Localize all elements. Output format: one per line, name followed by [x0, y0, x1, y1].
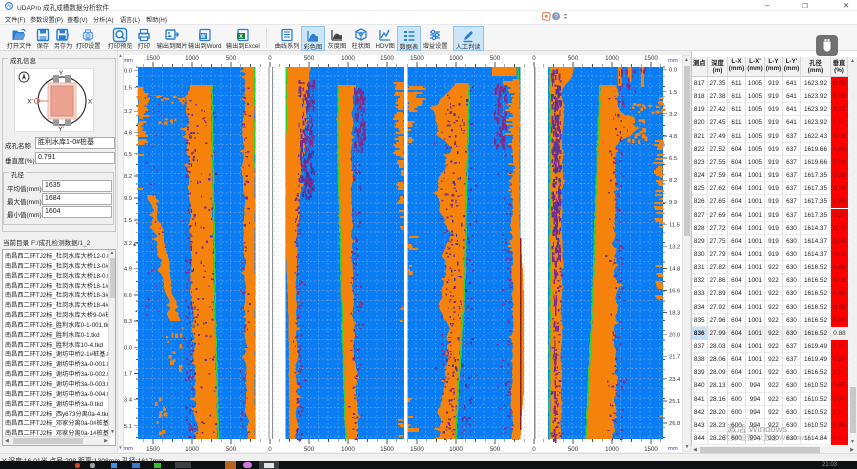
- svg-text:1500: 1500: [410, 55, 424, 62]
- svg-text:1000: 1000: [605, 55, 619, 62]
- svg-text:3.2: 3.2: [124, 109, 132, 115]
- svg-text:Y': Y': [58, 126, 64, 131]
- svg-text:18.3: 18.3: [669, 311, 680, 317]
- svg-text:1.5: 1.5: [669, 90, 677, 96]
- svg-text:1500: 1500: [644, 55, 658, 62]
- svg-text:X: X: [88, 99, 93, 106]
- svg-text:1000: 1000: [341, 446, 355, 452]
- svg-text:W: W: [200, 34, 206, 40]
- svg-text:500: 500: [568, 446, 579, 452]
- svg-text:1500: 1500: [146, 55, 160, 62]
- svg-text:0.0: 0.0: [124, 69, 132, 75]
- svg-text:16.6: 16.6: [669, 289, 680, 295]
- svg-text:25.1: 25.1: [669, 399, 680, 405]
- svg-text:1500: 1500: [644, 446, 658, 452]
- svg-text:500: 500: [568, 55, 579, 62]
- svg-text:1000: 1000: [449, 446, 463, 452]
- svg-text:1500: 1500: [410, 446, 424, 452]
- svg-text:13.2: 13.2: [669, 244, 680, 250]
- svg-text:500: 500: [490, 446, 501, 452]
- svg-text:21.7: 21.7: [669, 355, 680, 361]
- svg-text:11.5: 11.5: [669, 222, 680, 228]
- svg-text:500: 500: [226, 55, 237, 62]
- svg-text:1000: 1000: [449, 55, 463, 62]
- svg-text:0.0: 0.0: [669, 68, 677, 74]
- svg-text:mm: mm: [123, 446, 133, 452]
- svg-text:Y: Y: [59, 70, 64, 77]
- svg-text:1000: 1000: [605, 446, 619, 452]
- svg-text:mm: mm: [123, 58, 133, 64]
- svg-text:1500: 1500: [380, 55, 394, 62]
- svg-text:0: 0: [532, 55, 536, 62]
- svg-text:500: 500: [226, 446, 237, 452]
- svg-text:1000: 1000: [341, 55, 355, 62]
- svg-text:6.5: 6.5: [124, 152, 132, 158]
- svg-text:1000: 1000: [185, 446, 199, 452]
- svg-text:8.2: 8.2: [124, 174, 132, 180]
- svg-text:1.5: 1.5: [124, 86, 132, 92]
- svg-text:6.5: 6.5: [669, 156, 677, 162]
- svg-text:9.9: 9.9: [124, 196, 132, 202]
- svg-text:500: 500: [304, 55, 315, 62]
- svg-text:4.8: 4.8: [124, 131, 132, 137]
- svg-text:500: 500: [304, 446, 315, 452]
- svg-text:3.2: 3.2: [669, 112, 677, 118]
- svg-text:4.8: 4.8: [669, 134, 677, 140]
- svg-text:1500: 1500: [146, 446, 160, 452]
- svg-text:0: 0: [268, 446, 272, 452]
- svg-text:0: 0: [532, 446, 536, 452]
- svg-text:500: 500: [490, 55, 501, 62]
- svg-text:X': X': [27, 99, 33, 106]
- svg-text:8.2: 8.2: [669, 178, 677, 184]
- svg-text:1000: 1000: [185, 55, 199, 62]
- svg-text:mm: mm: [668, 446, 678, 452]
- svg-text:1500: 1500: [380, 446, 394, 452]
- svg-text:mm: mm: [668, 58, 678, 64]
- svg-text:0: 0: [268, 55, 272, 62]
- svg-text:14.8: 14.8: [669, 266, 680, 272]
- svg-text:26.8: 26.8: [669, 421, 680, 427]
- svg-text:23.4: 23.4: [669, 377, 681, 383]
- svg-text:9.9: 9.9: [669, 200, 677, 206]
- svg-text:X: X: [239, 34, 243, 40]
- svg-text:20.0: 20.0: [669, 333, 680, 339]
